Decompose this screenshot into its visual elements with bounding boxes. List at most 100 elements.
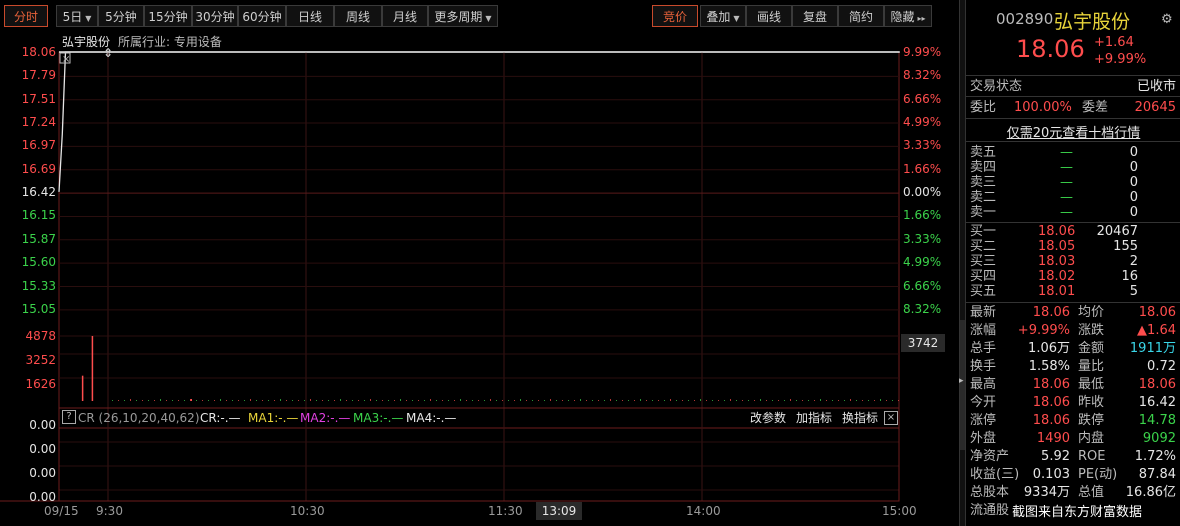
tab-60min[interactable]: 60分钟 (238, 5, 286, 27)
tab-daily[interactable]: 日线 (286, 5, 334, 27)
volume-tick (496, 400, 497, 401)
volume-tick (712, 400, 713, 401)
price-label: 15.60 (21, 255, 56, 270)
volume-tick (838, 400, 839, 401)
ma4-value: MA4:-.— (406, 411, 457, 425)
volume-tick (820, 399, 821, 401)
add-indicator-button[interactable]: 加指标 (796, 410, 832, 426)
bid-row[interactable]: 买三 18.03 2 (970, 254, 1176, 269)
volume-tick (292, 400, 293, 401)
volume-tick (130, 399, 131, 401)
bid-label: 买二 (970, 239, 997, 254)
price-change: +1.64 (1094, 35, 1134, 50)
percent-label: 6.66% (903, 278, 942, 293)
ind-label-1: 0.00 (29, 418, 56, 432)
volume-tick (202, 400, 203, 401)
stat-label: 金额 (1078, 341, 1105, 356)
volume-tick (556, 400, 557, 401)
volume-tick (232, 400, 233, 401)
replay-button[interactable]: 复盘 (792, 5, 838, 27)
tab-weekly[interactable]: 周线 (334, 5, 382, 27)
volume-tick (676, 400, 677, 401)
draw-line-button[interactable]: 画线 (746, 5, 792, 27)
chart-industry: 所属行业: 专用设备 (118, 35, 222, 49)
stat-row: 今开 18.06 昨收 16.42 (970, 395, 1176, 410)
volume-tick (664, 400, 665, 401)
weicha-value: 20645 (1134, 100, 1176, 115)
volume-tick (724, 400, 725, 401)
weibi-value: 100.00% (1014, 100, 1072, 115)
bid-price: 18.02 (1038, 269, 1076, 284)
volume-tick (598, 400, 599, 401)
percent-label: 3.33% (903, 231, 942, 246)
volume-tick (796, 400, 797, 401)
simple-button[interactable]: 简约 (838, 5, 884, 27)
ma3-value: MA3:-.— (353, 411, 404, 425)
overlay-button[interactable]: 叠加 ▼ (700, 5, 746, 27)
tab-monthly[interactable]: 月线 (382, 5, 428, 27)
stat-value: 87.84 (1138, 467, 1176, 482)
settings-icon[interactable]: ⚙ (1161, 12, 1173, 27)
edit-params-button[interactable]: 改参数 (750, 410, 786, 426)
volume-tick (886, 400, 887, 401)
stat-label: 涨幅 (970, 323, 997, 338)
volume-tick (802, 400, 803, 401)
tab-more-periods[interactable]: 更多周期 ▼ (428, 5, 498, 27)
volume-tick (832, 400, 833, 401)
volume-tick (742, 400, 743, 401)
stat-label: 跌停 (1078, 413, 1105, 428)
stat-value: 16.42 (1138, 395, 1176, 410)
bid-row[interactable]: 买四 18.02 16 (970, 269, 1176, 284)
close-icon[interactable]: × (884, 411, 898, 425)
help-icon[interactable]: ? (62, 410, 76, 424)
stat-label: 最高 (970, 377, 997, 392)
ask-row[interactable]: 卖三 — 0 (970, 175, 1176, 190)
bid-price: 18.03 (1038, 254, 1076, 269)
divider (966, 75, 1180, 76)
tab-intraday[interactable]: 分时 (4, 5, 48, 27)
intraday-chart[interactable]: × ⇕ (0, 32, 960, 526)
ask-row[interactable]: 卖二 — 0 (970, 190, 1176, 205)
hide-button[interactable]: 隐藏 ▸▸ (884, 5, 932, 27)
volume-tick (190, 399, 191, 401)
volume-tick (628, 400, 629, 401)
tab-5day[interactable]: 5日 ▼ (56, 5, 98, 27)
volume-tick (856, 400, 857, 401)
stat-value: 0.72 (1147, 359, 1176, 374)
ask-row[interactable]: 卖一 — 0 (970, 205, 1176, 220)
volume-tick (502, 400, 503, 401)
volume-tick (634, 400, 635, 401)
weibi-label: 委比 (970, 100, 997, 115)
volume-tick (520, 399, 521, 401)
volume-tick (430, 399, 431, 401)
tab-5min[interactable]: 5分钟 (98, 5, 144, 27)
volume-tick (640, 399, 641, 401)
switch-indicator-button[interactable]: 换指标 (842, 410, 878, 426)
ask-row[interactable]: 卖四 — 0 (970, 160, 1176, 175)
percent-label: 3.33% (903, 138, 942, 153)
auction-button[interactable]: 竞价 (652, 5, 698, 27)
bid-row[interactable]: 买一 18.06 20467 (970, 224, 1176, 239)
ask-row[interactable]: 卖五 — 0 (970, 145, 1176, 160)
volume-tick (298, 400, 299, 401)
volume-tick (442, 400, 443, 401)
bid-price: 18.06 (1038, 224, 1076, 239)
stat-row: 总手 1.06万 金额 1911万 (970, 341, 1176, 356)
volume-tick (544, 400, 545, 401)
price-line (58, 51, 900, 192)
level2-link[interactable]: 仅需20元查看十档行情 (966, 122, 1180, 141)
tab-15min[interactable]: 15分钟 (144, 5, 192, 27)
stat-value: 1.72% (1134, 449, 1176, 464)
bid-row[interactable]: 买五 18.01 5 (970, 284, 1176, 299)
tab-30min[interactable]: 30分钟 (192, 5, 238, 27)
stat-label: 昨收 (1078, 395, 1105, 410)
volume-tick (652, 400, 653, 401)
stat-row: 最新 18.06 均价 18.06 (970, 305, 1176, 320)
collapse-arrow-icon[interactable]: ▸ (959, 376, 964, 386)
stat-label: 内盘 (1078, 431, 1105, 446)
bid-row[interactable]: 买二 18.05 155 (970, 239, 1176, 254)
x-label-1030: 10:30 (290, 504, 325, 518)
volume-tick (574, 400, 575, 401)
trading-status-label: 交易状态 (970, 79, 1023, 94)
ask-price: — (1060, 145, 1073, 160)
